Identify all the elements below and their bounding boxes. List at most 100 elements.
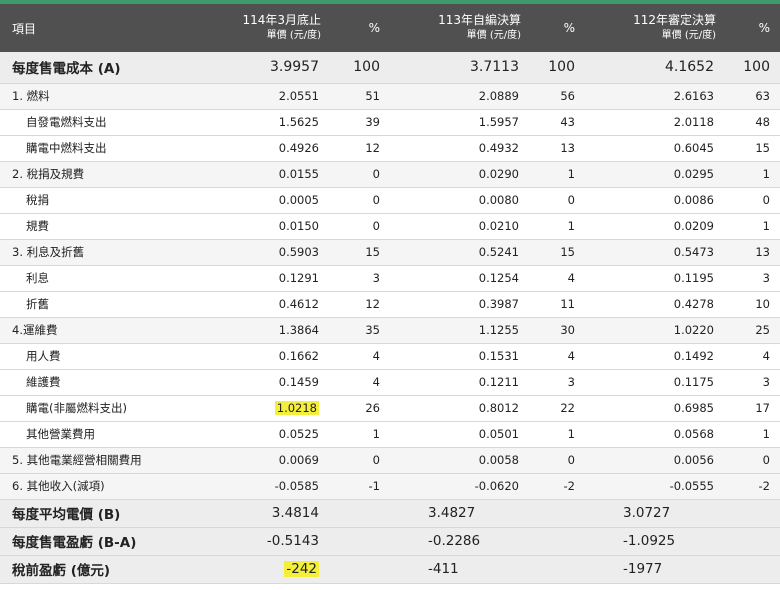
cell-pct: 0 <box>720 187 780 214</box>
row-label: 自發電燃料支出 <box>0 109 200 136</box>
table-row: 其他營業費用 0.0525 1 0.0501 1 0.0568 1 <box>0 421 780 448</box>
table-row: 6. 其他收入(減項) -0.0585 -1 -0.0620 -2 -0.055… <box>0 473 780 500</box>
cell-value: 0.0150 <box>200 213 325 240</box>
header-item: 項目 <box>12 21 37 36</box>
cell-pct: 4 <box>525 343 585 370</box>
summary-row: 每度售電盈虧 (B-A) -0.5143 -0.2286 -1.0925 <box>0 527 780 556</box>
header-col1-unit: 單價 (元/度) <box>266 30 321 41</box>
summary-empty <box>325 527 390 556</box>
cell-value-highlighted: 1.0218 <box>200 395 325 422</box>
cell-value: 0.1459 <box>200 369 325 396</box>
summary-value-highlighted: -242 <box>200 555 325 584</box>
cell-pct: 51 <box>325 83 390 110</box>
cell-pct: 3 <box>720 369 780 396</box>
cell-value: 0.1195 <box>585 265 720 292</box>
table-row: 用人費 0.1662 4 0.1531 4 0.1492 4 <box>0 343 780 370</box>
cell-pct: 4 <box>720 343 780 370</box>
header-pct1: % <box>368 21 380 35</box>
row-label: 6. 其他收入(減項) <box>0 473 200 500</box>
row-label: 購電(非屬燃料支出) <box>0 395 200 422</box>
cell-pct: 0 <box>720 447 780 474</box>
table-row: 購電(非屬燃料支出) 1.0218 26 0.8012 22 0.6985 17 <box>0 395 780 422</box>
header-pct3: % <box>758 21 770 35</box>
cell-value: 0.0525 <box>200 421 325 448</box>
summary-value: 3.4827 <box>390 499 525 528</box>
summary-value: -0.2286 <box>390 527 525 556</box>
cell-pct: 30 <box>525 317 585 344</box>
summary-value: 3.0727 <box>585 499 720 528</box>
table-row: 規費 0.0150 0 0.0210 1 0.0209 1 <box>0 213 780 240</box>
highlight-mark: -242 <box>284 561 319 577</box>
summary-value: 3.4814 <box>200 499 325 528</box>
cell-pct: 48 <box>720 109 780 136</box>
summary-empty <box>720 527 780 556</box>
cell-value: 0.0295 <box>585 161 720 188</box>
cell-value: 0.4612 <box>200 291 325 318</box>
cell-pct: 1 <box>720 213 780 240</box>
cell-value: -0.0555 <box>585 473 720 500</box>
header-pct2: % <box>563 21 575 35</box>
summary-row: 每度平均電價 (B) 3.4814 3.4827 3.0727 <box>0 499 780 528</box>
cell-pct: 15 <box>720 135 780 162</box>
summary-empty <box>525 499 585 528</box>
cell-pct: 12 <box>325 135 390 162</box>
table-row: 稅捐 0.0005 0 0.0080 0 0.0086 0 <box>0 187 780 214</box>
cell-pct: 1 <box>525 161 585 188</box>
summary-empty <box>525 527 585 556</box>
row-label: 購電中燃料支出 <box>0 135 200 162</box>
row-label: 3. 利息及折舊 <box>0 239 200 266</box>
summary-label: 稅前盈虧 (億元) <box>0 555 200 584</box>
highlight-mark: 1.0218 <box>274 401 319 415</box>
cell-pct: 1 <box>720 421 780 448</box>
cell-pct: 100 <box>720 52 780 84</box>
cell-pct: -1 <box>325 473 390 500</box>
summary-empty <box>325 555 390 584</box>
cell-value: 0.1175 <box>585 369 720 396</box>
summary-empty <box>720 555 780 584</box>
cell-pct: 56 <box>525 83 585 110</box>
cell-pct: 35 <box>325 317 390 344</box>
cell-pct: 100 <box>525 52 585 84</box>
cell-value: 0.0005 <box>200 187 325 214</box>
cell-value: 0.1531 <box>390 343 525 370</box>
cell-value: 0.5241 <box>390 239 525 266</box>
cell-value: 0.0086 <box>585 187 720 214</box>
cell-pct: 3 <box>525 369 585 396</box>
cell-value: 1.3864 <box>200 317 325 344</box>
cell-value: 0.0210 <box>390 213 525 240</box>
cell-pct: -2 <box>720 473 780 500</box>
cell-value: 1.1255 <box>390 317 525 344</box>
header-col1-title: 114年3月底止 <box>242 13 321 27</box>
cell-pct: 15 <box>525 239 585 266</box>
cell-value: 0.0501 <box>390 421 525 448</box>
row-label: 規費 <box>0 213 200 240</box>
cell-value: 3.9957 <box>200 52 325 84</box>
cell-pct: 39 <box>325 109 390 136</box>
table-row: 利息 0.1291 3 0.1254 4 0.1195 3 <box>0 265 780 292</box>
power-cost-table: 項目 114年3月底止單價 (元/度) % 113年自編決算 單價 (元/度) %… <box>0 4 780 584</box>
cell-pct: 0 <box>325 213 390 240</box>
cell-value: 0.8012 <box>390 395 525 422</box>
summary-label: 每度平均電價 (B) <box>0 499 200 528</box>
cell-value: 0.1254 <box>390 265 525 292</box>
cell-value: 4.1652 <box>585 52 720 84</box>
header-col3-title: 112年審定決算 <box>633 13 716 27</box>
cell-pct: 1 <box>525 421 585 448</box>
table-row: 維護費 0.1459 4 0.1211 3 0.1175 3 <box>0 369 780 396</box>
cell-value: 3.7113 <box>390 52 525 84</box>
row-label: 利息 <box>0 265 200 292</box>
cell-value: 0.0209 <box>585 213 720 240</box>
table-row: 1. 燃料 2.0551 51 2.0889 56 2.6163 63 <box>0 83 780 110</box>
cell-value: 1.5625 <box>200 109 325 136</box>
summary-value: -0.5143 <box>200 527 325 556</box>
summary-row: 稅前盈虧 (億元) -242 -411 -1977 <box>0 555 780 584</box>
cell-value: 0.0069 <box>200 447 325 474</box>
cell-value: 0.0058 <box>390 447 525 474</box>
header-col2: 113年自編決算 單價 (元/度) <box>390 4 525 52</box>
cell-pct: 100 <box>325 52 390 84</box>
cell-pct: 10 <box>720 291 780 318</box>
cell-value: 1.5957 <box>390 109 525 136</box>
header-col2-unit: 單價 (元/度) <box>466 30 521 41</box>
table-row: 每度售電成本 (A) 3.9957 100 3.7113 100 4.1652 … <box>0 52 780 84</box>
cell-value: 0.6045 <box>585 135 720 162</box>
